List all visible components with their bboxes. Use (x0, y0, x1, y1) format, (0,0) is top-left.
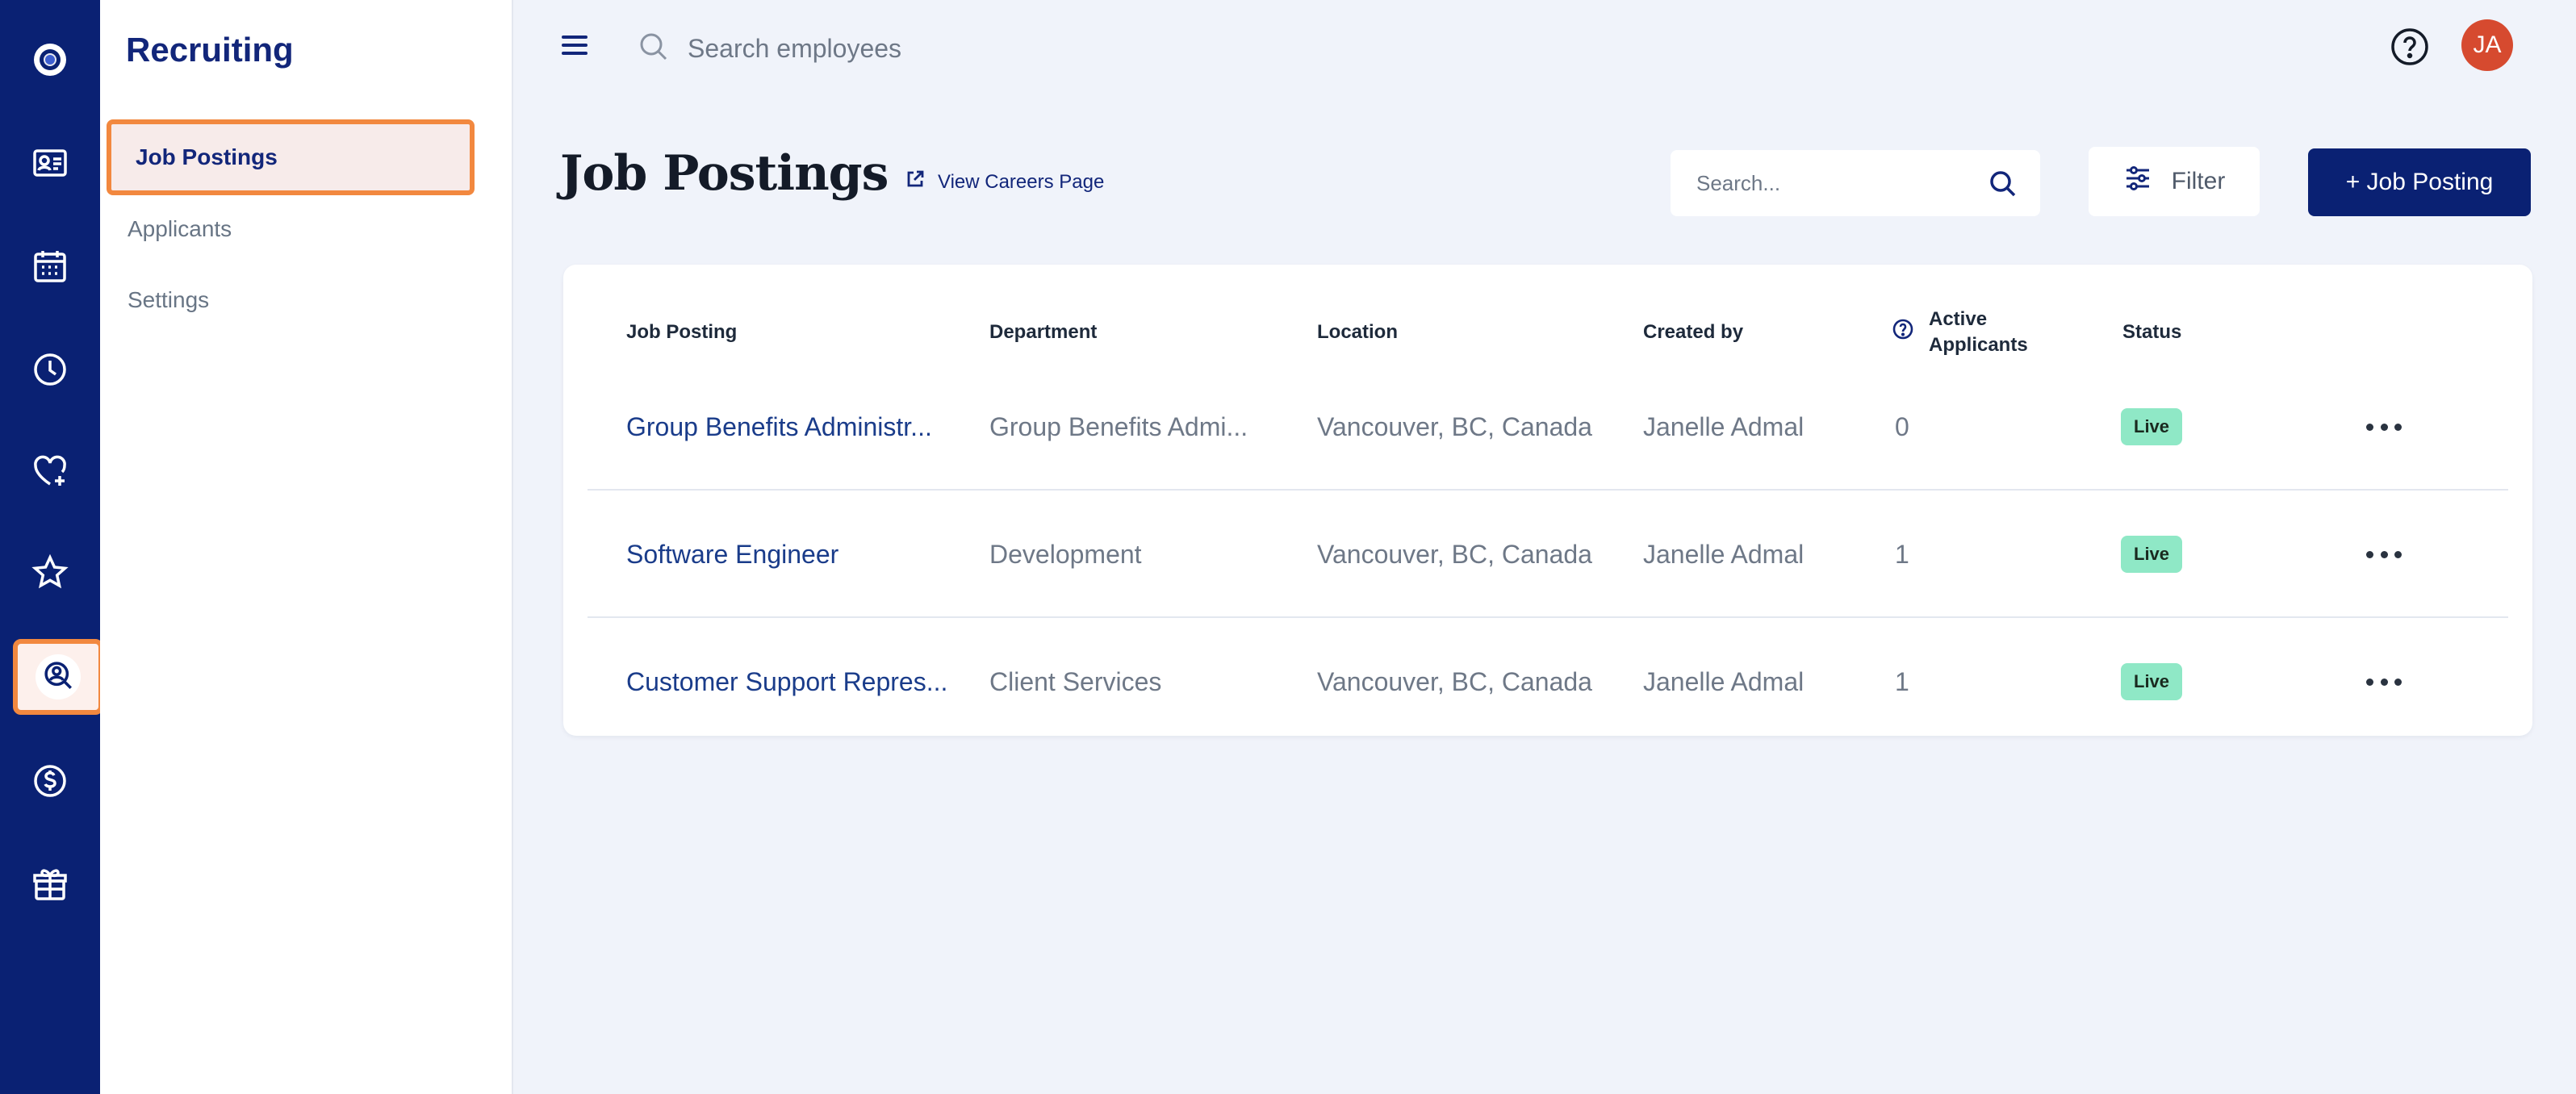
header-status[interactable]: Status (2122, 297, 2181, 368)
external-link-icon (905, 169, 925, 194)
icon-rail (0, 0, 103, 1094)
search-icon[interactable] (1987, 168, 2019, 200)
view-careers-page-label: View Careers Page (938, 170, 1105, 193)
view-careers-page-link[interactable]: View Careers Page (905, 169, 1104, 194)
applicants-count: 1 (1895, 539, 1909, 569)
rail-recruiting[interactable] (13, 639, 103, 715)
job-search-box (1671, 150, 2040, 216)
status-badge: Live (2121, 536, 2183, 573)
employee-card-icon (31, 144, 69, 186)
table-row[interactable]: Group Benefits Administr... Group Benefi… (588, 363, 2508, 491)
rail-employees[interactable] (13, 127, 87, 202)
rail-recruiting-bubble (36, 654, 81, 699)
status-badge: Live (2121, 408, 2183, 445)
subnav-item-job-postings[interactable]: Job Postings (107, 119, 475, 195)
dollar-icon (31, 762, 69, 804)
header-active-applicants[interactable]: Active Applicants (1892, 297, 2028, 368)
table-row[interactable]: Software Engineer Development Vancouver,… (588, 491, 2508, 618)
info-icon[interactable] (1892, 318, 1929, 348)
rail-payroll[interactable] (13, 745, 87, 820)
table-row[interactable]: Customer Support Repres... Client Servic… (588, 618, 2508, 745)
menu-toggle-icon[interactable] (562, 35, 588, 61)
star-icon (31, 553, 69, 596)
calendar-icon (31, 247, 69, 290)
active-applicants-label: Active Applicants (1929, 308, 2028, 356)
filter-label: Filter (2171, 168, 2226, 194)
status-badge: Live (2121, 663, 2183, 700)
logo-icon (31, 40, 69, 83)
page-title: Job Postings (560, 145, 889, 202)
location-cell: Vancouver, BC, Canada (1317, 539, 1592, 569)
rail-logo[interactable] (13, 24, 87, 98)
department-cell: Group Benefits Admi... (989, 411, 1248, 441)
applicants-count: 1 (1895, 666, 1909, 696)
job-title-link[interactable]: Group Benefits Administr... (626, 363, 965, 491)
rail-perks[interactable] (13, 849, 87, 923)
gift-box-icon (31, 865, 69, 908)
rail-time-tracking[interactable] (13, 334, 87, 408)
recruiting-subnav: Recruiting Job Postings Applicants Setti… (100, 0, 513, 1094)
more-options-icon[interactable] (2366, 670, 2402, 694)
more-options-icon[interactable] (2366, 415, 2402, 439)
clock-icon (31, 350, 69, 393)
section-title: Recruiting (126, 31, 294, 69)
created-by-cell: Janelle Admal (1643, 411, 1804, 441)
more-options-icon[interactable] (2366, 542, 2402, 566)
rail-time-off[interactable] (13, 231, 87, 305)
sliders-icon (2123, 164, 2152, 199)
search-icon (638, 31, 670, 63)
job-title-link[interactable]: Software Engineer (626, 491, 965, 618)
employee-search-input[interactable] (688, 24, 1172, 73)
recruiting-icon (41, 658, 75, 696)
header-job-posting[interactable]: Job Posting (626, 297, 737, 368)
location-cell: Vancouver, BC, Canada (1317, 411, 1592, 441)
job-title-link[interactable]: Customer Support Repres... (626, 618, 965, 745)
top-bar: JA (513, 0, 2576, 97)
help-icon[interactable] (2389, 26, 2431, 68)
filter-button[interactable]: Filter (2089, 147, 2260, 216)
user-avatar[interactable]: JA (2461, 19, 2513, 71)
header-created-by[interactable]: Created by (1643, 297, 1743, 368)
heart-plus-icon (31, 452, 69, 495)
add-job-posting-button[interactable]: + Job Posting (2308, 148, 2531, 216)
created-by-cell: Janelle Admal (1643, 666, 1804, 696)
rail-benefits[interactable] (13, 436, 87, 510)
header-department[interactable]: Department (989, 297, 1097, 368)
job-search-input[interactable] (1696, 163, 1987, 203)
job-postings-table: Job Posting Department Location Created … (563, 265, 2532, 736)
rail-performance[interactable] (13, 537, 87, 612)
applicants-count: 0 (1895, 411, 1909, 441)
subnav-item-applicants[interactable]: Applicants (128, 216, 232, 242)
department-cell: Development (989, 539, 1142, 569)
subnav-item-settings[interactable]: Settings (128, 287, 209, 313)
header-location[interactable]: Location (1317, 297, 1398, 368)
location-cell: Vancouver, BC, Canada (1317, 666, 1592, 696)
department-cell: Client Services (989, 666, 1162, 696)
created-by-cell: Janelle Admal (1643, 539, 1804, 569)
